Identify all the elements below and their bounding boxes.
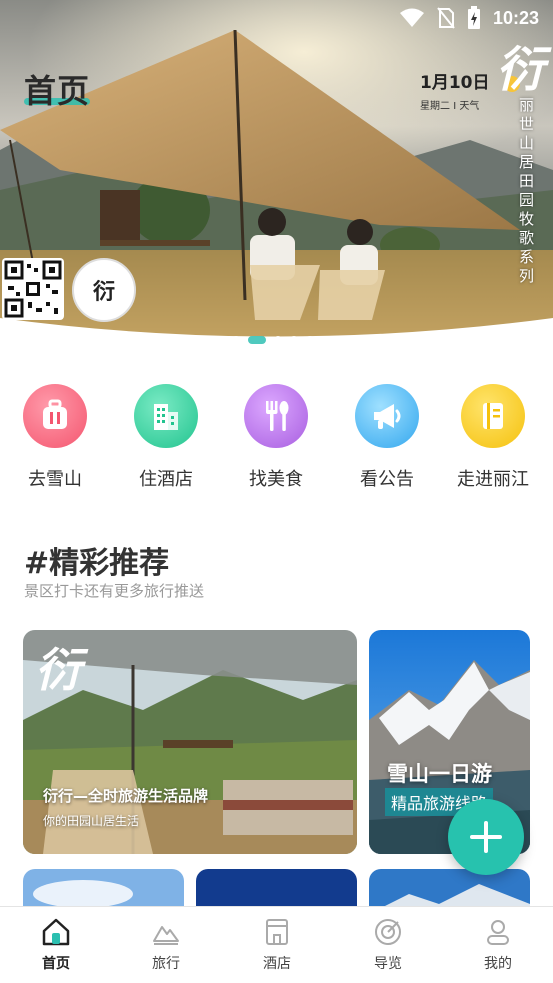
category-label: 走进丽江 (457, 469, 529, 490)
category-label: 住酒店 (139, 469, 193, 490)
plus-icon (470, 821, 502, 853)
card-caption: 雪山一日游 (387, 762, 492, 786)
card-brand-logo: 衍 (35, 643, 89, 697)
nav-guide[interactable]: 导览 (348, 917, 428, 973)
nav-hotel[interactable]: 酒店 (237, 917, 317, 973)
nav-label: 旅行 (152, 956, 180, 972)
hero-banner[interactable]: 10:23 首页 1月10日 星期二 I 天气 衍 丽世山居田园牧歌系列 衍 (0, 0, 553, 360)
carousel-dot[interactable] (306, 336, 314, 344)
section-subtitle: 景区打卡还有更多旅行推送 (24, 582, 205, 600)
carousel-dot[interactable] (232, 336, 240, 344)
category-label: 找美食 (249, 469, 303, 490)
nav-profile[interactable]: 我的 (458, 917, 538, 973)
nav-label: 首页 (42, 956, 70, 972)
carousel-dot[interactable] (322, 336, 330, 344)
user-icon (487, 920, 509, 945)
add-button[interactable] (448, 799, 524, 875)
card-caption: 衍行—全时旅游生活品牌 (43, 787, 209, 805)
category-food[interactable]: 找美食 (226, 380, 326, 491)
category-grid: 去雪山 住酒店 找美食 看公告 走进丽江 (0, 380, 553, 500)
weekday-text: 星期二 (420, 101, 450, 112)
qr-code[interactable] (2, 258, 64, 320)
category-lijiang[interactable]: 走进丽江 (443, 380, 543, 491)
card-subcaption: 你的田园山居生活 (43, 814, 140, 828)
nav-travel[interactable]: 旅行 (126, 917, 206, 973)
weather-label[interactable]: 天气 (459, 101, 479, 112)
section-title: #精彩推荐 (24, 546, 170, 581)
carousel-dot[interactable] (216, 336, 224, 344)
brand-logo: 衍 (496, 42, 552, 98)
bottom-nav: 首页 旅行 酒店 导览 我的 (0, 906, 553, 983)
seal-char: 衍 (92, 279, 115, 305)
date-text: 1月10日 (420, 73, 490, 93)
category-label: 去雪山 (28, 469, 82, 490)
building-icon (134, 384, 198, 448)
nav-label: 导览 (374, 956, 402, 972)
category-hotel[interactable]: 住酒店 (116, 380, 216, 491)
nav-home[interactable]: 首页 (16, 917, 96, 973)
recommend-card-brand[interactable]: 衍 衍行—全时旅游生活品牌 你的田园山居生活 (23, 630, 357, 854)
mountain-icon (153, 926, 179, 945)
carousel-dot-active[interactable] (248, 336, 266, 344)
clock: 10:23 (492, 7, 539, 28)
svg-text:衍: 衍 (35, 643, 89, 697)
battery-icon (467, 6, 480, 29)
svg-text:衍: 衍 (496, 42, 552, 98)
book-icon (461, 384, 525, 448)
date-subline: 星期二 I 天气 (420, 97, 490, 112)
hotel-icon (266, 919, 288, 945)
category-label: 看公告 (360, 469, 414, 490)
luggage-icon (23, 384, 87, 448)
nav-label: 酒店 (263, 956, 291, 972)
category-notice[interactable]: 看公告 (337, 380, 437, 491)
date-widget: 1月10日 星期二 I 天气 (420, 68, 490, 112)
carousel-dot[interactable] (274, 336, 282, 344)
fork-spoon-icon (244, 384, 308, 448)
carousel-indicator[interactable] (216, 336, 330, 344)
date-separator: I (453, 101, 457, 112)
home-icon (42, 918, 70, 946)
target-icon (375, 919, 401, 945)
no-sim-icon (437, 7, 455, 29)
nav-label: 我的 (484, 956, 512, 972)
category-snow-mountain[interactable]: 去雪山 (5, 380, 105, 491)
page-title: 首页 (24, 72, 91, 110)
brand-seal: 衍 (72, 258, 136, 322)
wifi-icon (399, 8, 424, 27)
carousel-dot[interactable] (290, 336, 298, 344)
megaphone-icon (355, 384, 419, 448)
status-bar: 10:23 (399, 6, 539, 30)
series-title: 丽世山居田园牧歌系列 (519, 96, 535, 285)
